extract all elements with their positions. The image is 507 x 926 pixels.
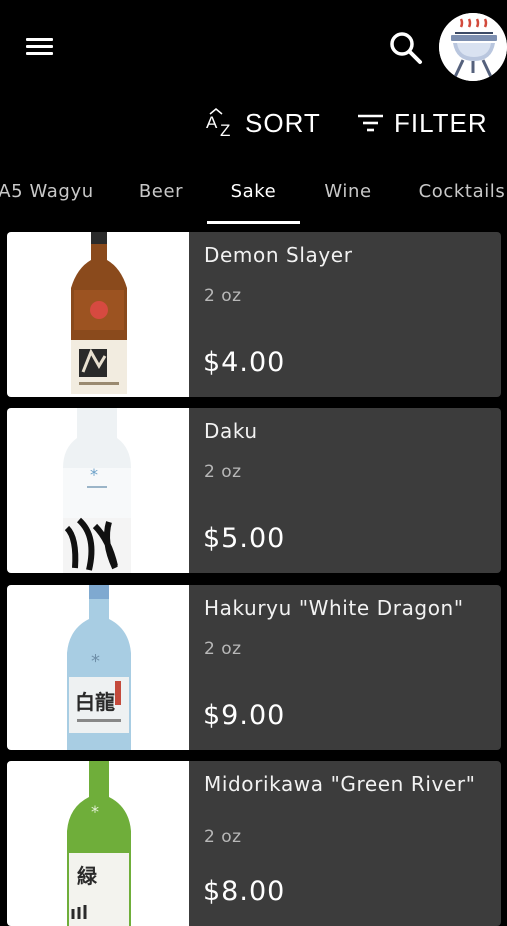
product-image: *	[7, 408, 189, 573]
svg-text:白龍: 白龍	[75, 690, 115, 714]
product-size: 2 oz	[204, 286, 242, 306]
svg-text:*: *	[90, 465, 98, 484]
product-name: Daku	[204, 419, 258, 443]
product-card[interactable]: * 緑 Midorikawa "Green River" 2 oz $8.00	[7, 761, 501, 926]
tab-cocktails[interactable]: Cocktails	[410, 165, 507, 223]
filter-icon	[358, 114, 383, 132]
tab-a5-wagyu[interactable]: A5 Wagyu	[0, 165, 95, 223]
avatar[interactable]	[439, 13, 507, 81]
svg-text:A: A	[206, 113, 218, 132]
product-name: Demon Slayer	[204, 243, 353, 267]
filter-label: FILTER	[394, 107, 488, 138]
product-image: * 緑	[7, 761, 189, 926]
product-image	[7, 232, 189, 397]
tab-beer[interactable]: Beer	[128, 165, 194, 223]
product-card[interactable]: Demon Slayer 2 oz $4.00	[7, 232, 501, 397]
product-card[interactable]: * Daku 2 oz $5.00	[7, 408, 501, 573]
svg-text:*: *	[91, 651, 100, 672]
tab-wine[interactable]: Wine	[315, 165, 381, 223]
product-name: Hakuryu "White Dragon"	[204, 596, 464, 620]
sort-filter-bar: A Z SORT FILTER	[0, 103, 507, 143]
top-bar	[0, 0, 507, 95]
product-price: $5.00	[203, 523, 286, 554]
search-icon[interactable]	[388, 30, 424, 66]
tab-sake[interactable]: Sake	[207, 165, 300, 223]
svg-text:*: *	[91, 802, 99, 821]
menu-icon[interactable]	[26, 36, 54, 58]
product-price: $8.00	[203, 876, 286, 907]
product-price: $9.00	[203, 700, 286, 731]
product-size: 2 oz	[204, 827, 242, 847]
sort-label: SORT	[245, 107, 321, 138]
product-price: $4.00	[203, 347, 286, 378]
filter-button[interactable]: FILTER	[356, 103, 488, 143]
sort-az-icon: A Z	[206, 108, 230, 140]
sort-button[interactable]: A Z SORT	[205, 103, 321, 143]
product-name: Midorikawa "Green River"	[204, 772, 476, 796]
product-size: 2 oz	[204, 462, 242, 482]
grill-icon	[439, 13, 507, 81]
active-tab-indicator	[207, 221, 300, 224]
product-image: * 白龍	[7, 585, 189, 750]
product-card[interactable]: * 白龍 Hakuryu "White Dragon" 2 oz $9.00	[7, 585, 501, 750]
category-tabs: A5 Wagyu Beer Sake Wine Cocktails	[0, 165, 507, 227]
product-size: 2 oz	[204, 639, 242, 659]
svg-text:緑: 緑	[77, 864, 98, 888]
svg-text:Z: Z	[220, 121, 230, 140]
